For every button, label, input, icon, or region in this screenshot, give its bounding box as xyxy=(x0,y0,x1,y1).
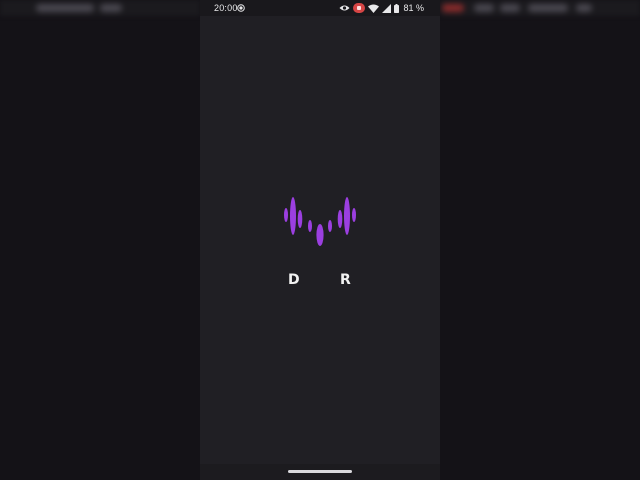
blurred-backdrop-left xyxy=(0,0,200,480)
blurred-icon xyxy=(442,4,464,12)
status-bar: 20:00 81 % xyxy=(200,0,440,16)
screen-frame: 20:00 81 % D R xyxy=(0,0,640,480)
battery-icon xyxy=(394,3,400,13)
record-icon xyxy=(237,4,245,12)
battery-percent: 81 % xyxy=(403,3,424,13)
home-indicator[interactable] xyxy=(288,470,352,473)
app-screen: 20:00 81 % D R xyxy=(200,0,440,480)
eye-icon xyxy=(339,5,350,11)
logo-letter-r: R xyxy=(340,272,351,288)
logo-wordmark: D R xyxy=(284,272,356,290)
wifi-icon xyxy=(368,4,380,13)
blurred-icon xyxy=(500,4,520,12)
blurred-icon xyxy=(576,4,592,12)
blurred-status-bar-left xyxy=(0,0,200,16)
notification-badge-icon xyxy=(353,3,366,13)
logo-letter-d: D xyxy=(288,272,300,288)
blurred-text xyxy=(36,4,94,12)
status-time: 20:00 xyxy=(214,3,238,13)
signal-icon xyxy=(382,3,392,13)
blurred-icon xyxy=(474,4,494,12)
blurred-status-bar-right xyxy=(440,0,640,16)
blurred-icon xyxy=(100,4,122,12)
sound-wave-logo-icon xyxy=(284,197,356,246)
blurred-icon xyxy=(528,4,568,12)
status-icons: 81 % xyxy=(339,2,424,14)
blurred-backdrop-right xyxy=(440,0,640,480)
